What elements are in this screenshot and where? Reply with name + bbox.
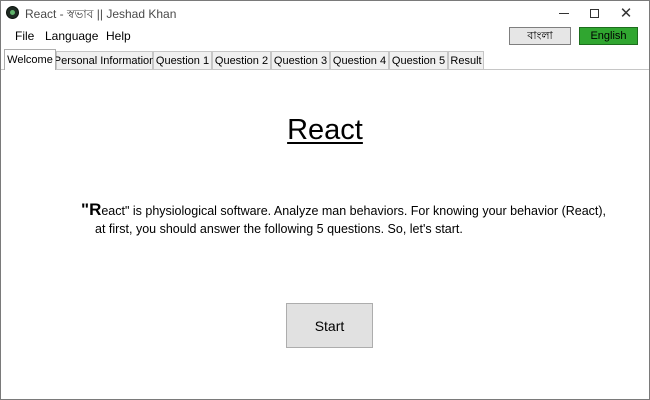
tab-result[interactable]: Result xyxy=(448,51,484,69)
minimize-icon xyxy=(559,12,569,14)
start-button[interactable]: Start xyxy=(286,303,373,348)
window-title: React - স্বভাব || Jeshad Khan xyxy=(25,7,177,21)
tab-strip: Welcome Personal Information Question 1 … xyxy=(1,49,649,70)
tab-question-5[interactable]: Question 5 xyxy=(389,51,448,69)
page-title: React xyxy=(287,114,363,146)
intro-line-2: at first, you should answer the followin… xyxy=(95,222,463,236)
tab-question-2[interactable]: Question 2 xyxy=(212,51,271,69)
maximize-icon xyxy=(589,8,599,18)
intro-initial: R xyxy=(89,200,102,219)
intro-quote-open: " xyxy=(81,200,90,219)
menu-bar: File Language Help বাংলা English xyxy=(1,25,649,47)
tab-welcome[interactable]: Welcome xyxy=(4,49,56,70)
bangla-language-button[interactable]: বাংলা xyxy=(509,27,571,45)
menu-help[interactable]: Help xyxy=(106,29,131,43)
app-logo-icon xyxy=(6,6,19,19)
title-bar[interactable]: React - স্বভাব || Jeshad Khan ✕ xyxy=(1,1,649,25)
tab-question-4[interactable]: Question 4 xyxy=(330,51,389,69)
intro-text: "React" is physiological software. Analy… xyxy=(81,201,621,238)
app-window: React - স্বভাব || Jeshad Khan ✕ File Lan… xyxy=(0,0,650,400)
tab-question-3[interactable]: Question 3 xyxy=(271,51,330,69)
tab-personal-information[interactable]: Personal Information xyxy=(54,51,155,69)
intro-line-1: eact" is physiological software. Analyze… xyxy=(101,204,607,218)
english-language-button[interactable]: English xyxy=(579,27,638,45)
welcome-panel: React "React" is physiological software.… xyxy=(1,70,649,399)
tab-question-1[interactable]: Question 1 xyxy=(153,51,212,69)
menu-file[interactable]: File xyxy=(15,29,34,43)
menu-language[interactable]: Language xyxy=(45,29,98,43)
close-icon: ✕ xyxy=(619,4,633,22)
close-button[interactable]: ✕ xyxy=(603,1,649,25)
